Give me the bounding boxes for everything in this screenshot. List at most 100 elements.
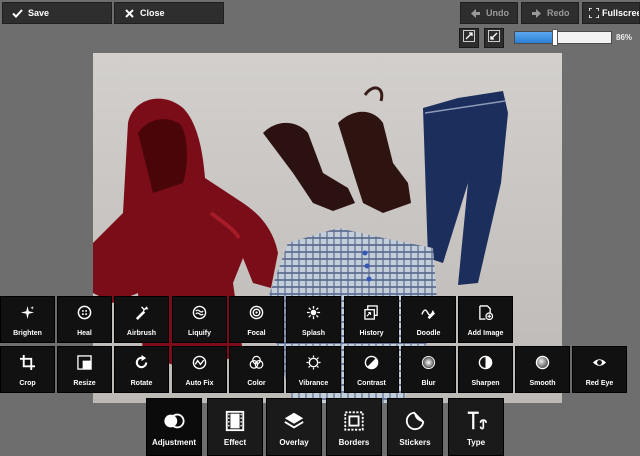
fullscreen-icon (589, 8, 599, 18)
category-type-tab[interactable]: Type (448, 398, 504, 456)
focal-icon (230, 303, 283, 321)
tool-sharpen-button[interactable]: Sharpen (458, 346, 513, 393)
tool-color-button[interactable]: Color (229, 346, 284, 393)
actual-size-icon (488, 29, 500, 47)
category-label: Stickers (399, 438, 431, 447)
category-label: Type (466, 438, 486, 447)
undo-label: Undo (486, 8, 509, 18)
tool-label: Add Image (467, 330, 504, 337)
sticker-icon (388, 409, 442, 433)
crop-icon (1, 353, 54, 371)
fullscreen-label: Fullscreen (602, 8, 639, 18)
tool-label: Auto Fix (185, 380, 214, 387)
tool-label: Rotate (130, 380, 153, 387)
vibrance-icon (287, 353, 340, 371)
sparkle-icon (1, 303, 54, 321)
tool-label: Splash (302, 330, 325, 337)
arrow-left-icon (467, 8, 483, 18)
tool-heal-button[interactable]: Heal (57, 296, 112, 343)
category-effect-tab[interactable]: Effect (207, 398, 263, 456)
zoom-slider-fill (515, 32, 556, 43)
zoom-slider[interactable] (514, 29, 612, 46)
arrow-right-icon (528, 8, 544, 18)
tool-vibrance-button[interactable]: Vibrance (286, 346, 341, 393)
tool-splash-button[interactable]: Splash (286, 296, 341, 343)
tool-liquify-button[interactable]: Liquify (172, 296, 227, 343)
tool-focal-button[interactable]: Focal (229, 296, 284, 343)
tool-label: Doodle (416, 330, 441, 337)
fullscreen-button[interactable]: Fullscreen (582, 2, 640, 24)
tool-label: Brighten (13, 330, 42, 337)
tool-add-image-button[interactable]: Add Image (458, 296, 513, 343)
tool-label: Heal (77, 330, 92, 337)
bandage-icon (58, 303, 111, 321)
tool-label: Smooth (529, 380, 556, 387)
close-icon (121, 8, 137, 18)
film-icon (208, 409, 262, 433)
resize-icon (58, 353, 111, 371)
layers-icon (267, 409, 321, 433)
tool-label: Color (247, 380, 266, 387)
redo-button[interactable]: Redo (521, 2, 579, 24)
undo-button[interactable]: Undo (460, 2, 518, 24)
close-label: Close (140, 8, 165, 18)
doodle-icon (402, 303, 455, 321)
type-icon (449, 409, 503, 433)
tool-rotate-button[interactable]: Rotate (114, 346, 169, 393)
zoom-value: 86% (616, 33, 633, 42)
category-label: Overlay (279, 438, 309, 447)
tool-label: Sharpen (471, 380, 500, 387)
category-overlay-tab[interactable]: Overlay (266, 398, 322, 456)
adjustment-icon (147, 409, 201, 433)
tool-label: Contrast (357, 380, 386, 387)
tool-label: History (359, 330, 384, 337)
category-borders-tab[interactable]: Borders (326, 398, 382, 456)
checkmark-icon (9, 8, 25, 18)
blur-icon (402, 353, 455, 371)
smooth-icon (516, 353, 569, 371)
zoom-slider-handle[interactable] (552, 29, 559, 46)
color-icon (230, 353, 283, 371)
auto-fix-icon (173, 353, 226, 371)
tool-doodle-button[interactable]: Doodle (401, 296, 456, 343)
tool-label: Vibrance (298, 380, 329, 387)
splash-icon (287, 303, 340, 321)
rotate-icon (115, 353, 168, 371)
border-frame-icon (327, 409, 381, 433)
tool-resize-button[interactable]: Resize (57, 346, 112, 393)
tool-label: Red Eye (585, 380, 614, 387)
close-button[interactable]: Close (114, 2, 224, 24)
tool-history-button[interactable]: History (344, 296, 399, 343)
contrast-icon (345, 353, 398, 371)
tool-label: Blur (421, 380, 436, 387)
tool-crop-button[interactable]: Crop (0, 346, 55, 393)
category-label: Borders (338, 438, 370, 447)
sharpen-icon (459, 353, 512, 371)
category-label: Effect (223, 438, 247, 447)
tool-label: Liquify (188, 330, 211, 337)
liquify-icon (173, 303, 226, 321)
tool-label: Focal (247, 330, 266, 337)
tool-brighten-button[interactable]: Brighten (0, 296, 55, 343)
redo-label: Redo (547, 8, 570, 18)
tool-smooth-button[interactable]: Smooth (515, 346, 570, 393)
tool-auto-fix-button[interactable]: Auto Fix (172, 346, 227, 393)
category-label: Adjustment (152, 438, 196, 447)
tool-airbrush-button[interactable]: Airbrush (114, 296, 169, 343)
tool-label: Resize (73, 380, 96, 387)
eye-icon (573, 353, 626, 371)
tool-label: Airbrush (126, 330, 157, 337)
fit-to-screen-icon (463, 29, 475, 47)
save-label: Save (28, 8, 50, 18)
tool-blur-button[interactable]: Blur (401, 346, 456, 393)
tool-red-eye-button[interactable]: Red Eye (572, 346, 627, 393)
airbrush-icon (115, 303, 168, 321)
category-stickers-tab[interactable]: Stickers (387, 398, 443, 456)
save-button[interactable]: Save (2, 2, 112, 24)
category-adjustment-tab[interactable]: Adjustment (146, 398, 202, 456)
zoom-fit-button[interactable] (459, 28, 479, 48)
tool-contrast-button[interactable]: Contrast (344, 346, 399, 393)
tool-label: Crop (19, 380, 36, 387)
zoom-actual-size-button[interactable] (484, 28, 504, 48)
add-image-icon (459, 303, 512, 321)
